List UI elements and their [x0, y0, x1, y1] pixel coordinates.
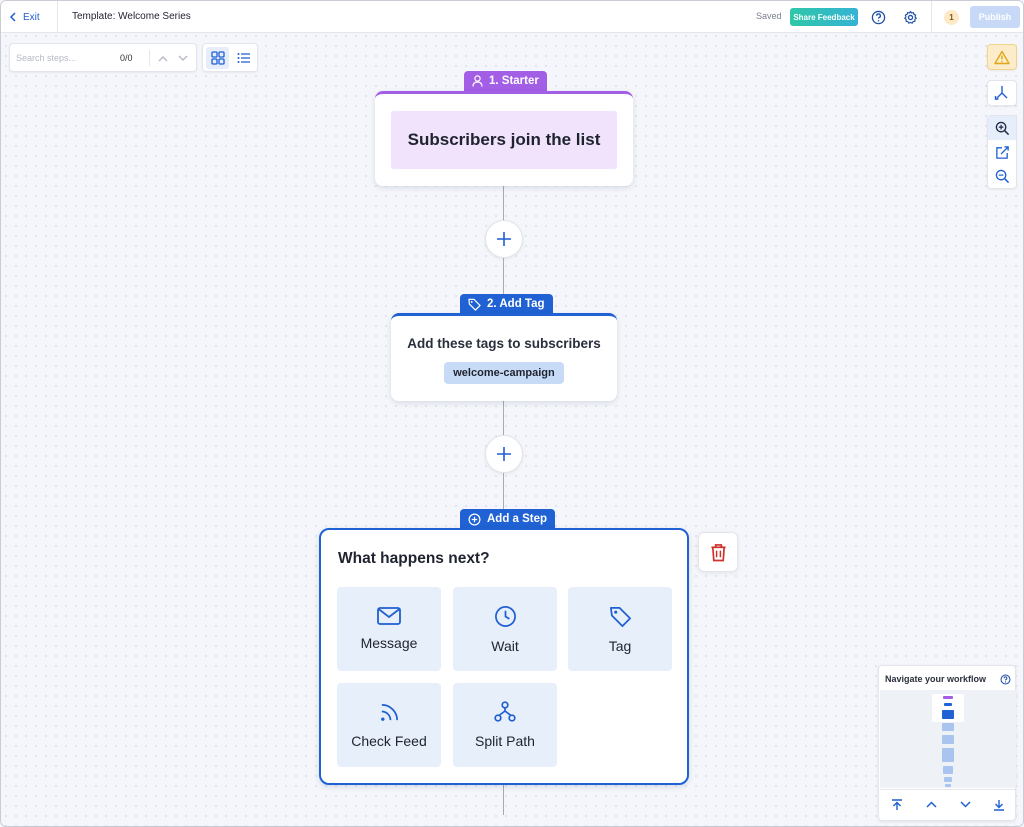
search-input[interactable] [16, 50, 111, 66]
connector-line [503, 785, 504, 815]
publish-button[interactable]: Publish [970, 6, 1020, 28]
chevron-down-icon[interactable] [955, 795, 975, 815]
divider [57, 1, 58, 33]
list-view-icon[interactable] [232, 47, 255, 69]
minimap-title: Navigate your workflow [885, 674, 987, 684]
zoom-out-icon[interactable] [988, 164, 1016, 188]
warnings-button[interactable] [987, 44, 1017, 70]
option-label: Wait [491, 637, 519, 654]
grid-view-icon[interactable] [206, 47, 229, 69]
zoom-in-icon[interactable] [988, 116, 1016, 140]
search-count: 0/0 [120, 53, 133, 63]
option-label: Message [360, 635, 418, 651]
step-label-text: 1. Starter [489, 75, 539, 87]
connector-line [503, 186, 504, 220]
add-step-title: What happens next? [338, 550, 490, 567]
exit-button[interactable]: Exit [9, 9, 40, 25]
delete-step-button[interactable] [698, 532, 738, 572]
fit-to-screen-icon[interactable] [988, 140, 1016, 164]
branch-icon [988, 81, 1016, 105]
add-step-button[interactable] [485, 435, 523, 473]
tag-icon [468, 298, 481, 311]
minimap-node [943, 766, 953, 774]
option-label: Split Path [475, 733, 535, 749]
connector-line [503, 258, 504, 294]
add-step-button[interactable] [485, 220, 523, 258]
chevron-up-icon[interactable] [921, 795, 941, 815]
option-wait[interactable]: Wait [453, 587, 557, 671]
help-icon[interactable] [1000, 672, 1011, 690]
gear-icon[interactable] [901, 8, 919, 26]
option-message[interactable]: Message [337, 587, 441, 671]
add-tag-card[interactable]: Add these tags to subscribers welcome-ca… [391, 313, 617, 401]
search-panel: 0/0 [9, 43, 197, 72]
add-tag-title: Add these tags to subscribers [407, 336, 601, 351]
starter-text: Subscribers join the list [391, 111, 617, 169]
minimap-node [942, 710, 954, 719]
step-label-add-step: Add a Step [460, 509, 556, 529]
rss-icon [380, 703, 398, 721]
notification-badge[interactable]: 1 [944, 10, 959, 25]
minimap-node [945, 784, 951, 787]
layout-button[interactable] [987, 80, 1017, 106]
minimap-canvas[interactable] [880, 690, 1016, 788]
option-label: Check Feed [351, 732, 427, 749]
minimap-node [942, 748, 954, 762]
minimap-node [943, 696, 953, 699]
plus-circle-icon [468, 513, 481, 525]
tag-icon [609, 606, 631, 627]
step-label-text: Add a Step [487, 513, 548, 525]
zoom-controls [987, 115, 1017, 189]
connector-line [503, 473, 504, 509]
step-label-text: 2. Add Tag [487, 298, 545, 310]
jump-to-bottom-icon[interactable] [989, 795, 1009, 815]
plus-icon [497, 447, 511, 461]
minimap-node [944, 703, 952, 706]
clock-icon [494, 605, 516, 627]
exit-label: Exit [23, 11, 40, 23]
trash-icon [710, 543, 726, 561]
view-toggle [202, 43, 258, 72]
minimap-node [942, 723, 954, 731]
tag-chip: welcome-campaign [444, 362, 564, 384]
divider [149, 50, 150, 66]
chevron-down-icon[interactable] [176, 51, 190, 65]
minimap-node [942, 735, 954, 744]
step-label-starter: 1. Starter [464, 71, 547, 91]
workflow-minimap: Navigate your workflow [878, 665, 1016, 821]
split-path-icon [494, 701, 516, 722]
saved-status: Saved [756, 11, 782, 21]
share-feedback-button[interactable]: Share Feedback [790, 8, 858, 26]
jump-to-top-icon[interactable] [887, 795, 907, 815]
connector-line [503, 401, 504, 435]
step-label-add-tag: 2. Add Tag [460, 294, 553, 314]
option-tag[interactable]: Tag [568, 587, 672, 671]
option-split-path[interactable]: Split Path [453, 683, 557, 767]
option-check-feed[interactable]: Check Feed [337, 683, 441, 767]
help-icon[interactable] [869, 8, 887, 26]
mail-icon [377, 607, 401, 625]
divider [931, 1, 932, 33]
starter-card[interactable]: Subscribers join the list [375, 91, 633, 186]
minimap-node [944, 777, 952, 782]
option-label: Tag [608, 637, 632, 654]
minimap-nav [880, 789, 1016, 819]
chevron-up-icon[interactable] [156, 51, 170, 65]
warning-icon [988, 45, 1016, 69]
add-step-card: What happens next? Message Wait Tag Chec… [319, 528, 689, 785]
page-title: Template: Welcome Series [72, 11, 191, 22]
plus-icon [497, 232, 511, 246]
chevron-left-icon [9, 12, 16, 22]
user-icon [472, 75, 483, 87]
top-bar: Exit Template: Welcome Series Saved Shar… [1, 1, 1023, 33]
workflow-editor: Exit Template: Welcome Series Saved Shar… [0, 0, 1024, 827]
